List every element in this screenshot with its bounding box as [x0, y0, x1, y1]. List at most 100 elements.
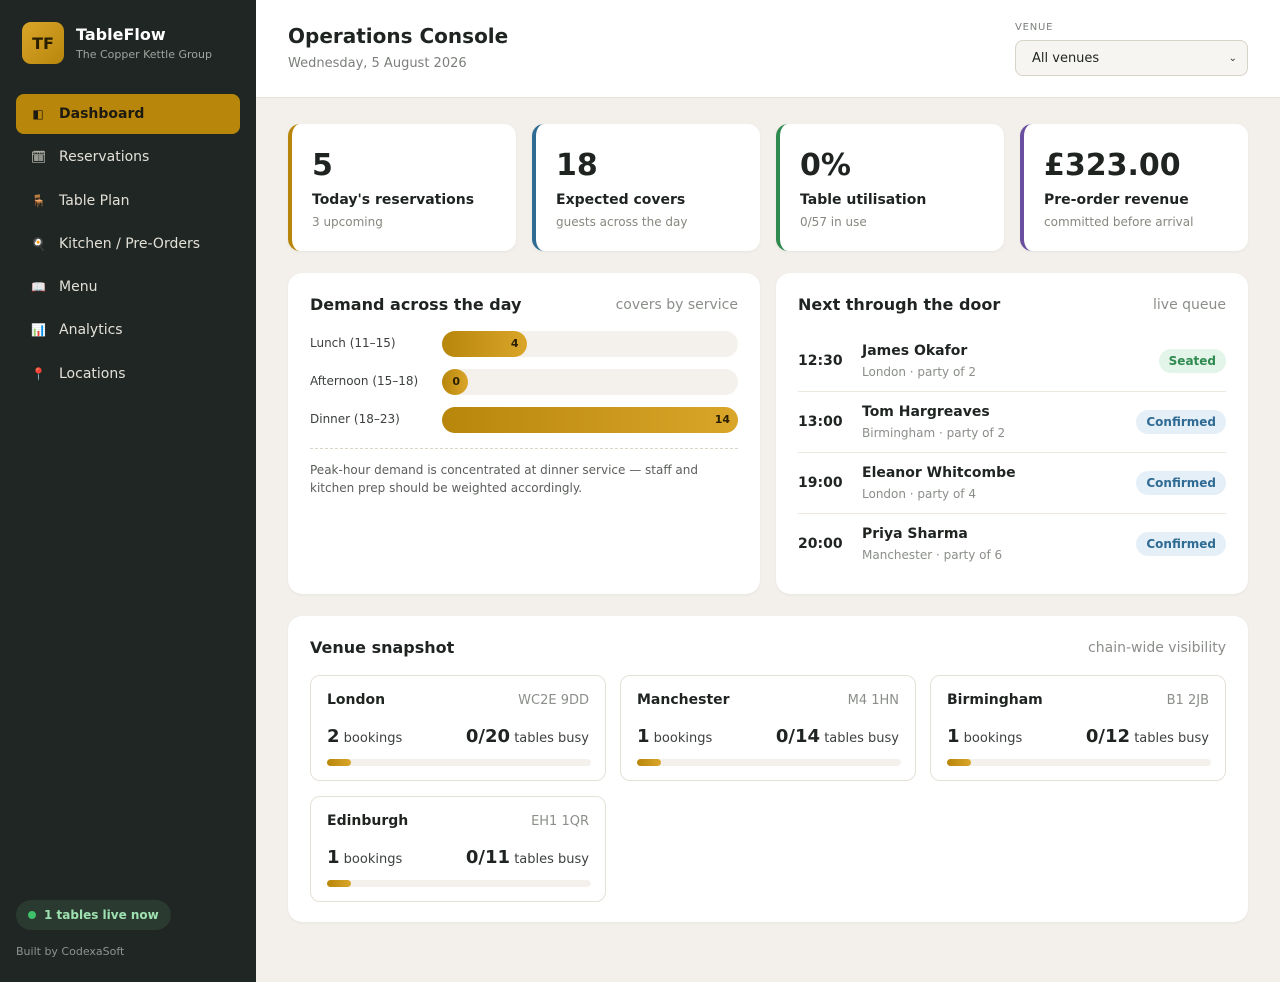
venue-tables-count: 0/12 [1085, 726, 1131, 747]
demand-label: Lunch (11–15) [310, 336, 396, 350]
sidebar-item-analytics[interactable]: 📊 Analytics [16, 310, 240, 350]
venue-progress-track [327, 880, 591, 887]
dashboard-icon: ◧ [32, 107, 44, 121]
stat-subtext: guests across the day [556, 215, 688, 229]
queue-row[interactable]: 12:30 James Okafor London · party of 2 Seat… [798, 332, 1226, 392]
venue-postcode: EH1 1QR [531, 814, 589, 829]
venue-name: London [327, 692, 386, 708]
chevron-down-icon: ⌄ [1228, 52, 1237, 64]
sidebar-item-label: Locations [59, 365, 126, 382]
demand-label: Afternoon (15–18) [310, 374, 419, 388]
sidebar-item-locations[interactable]: 📍 Locations [16, 354, 240, 394]
queue-row[interactable]: 20:00 Priya Sharma Manchester · party of 6… [798, 515, 1226, 575]
chair-icon: 🪑 [31, 193, 46, 208]
venue-postcode: WC2E 9DD [518, 693, 589, 708]
demand-panel: Demand across the day covers by service … [288, 273, 760, 594]
app-name: TableFlow [76, 25, 166, 44]
venue-card-edinburgh[interactable]: Edinburgh EH1 1QR 1 bookings 0/11 tables bu… [310, 796, 606, 902]
sidebar-item-reservations[interactable]: 🗓 Reservations [16, 137, 240, 177]
sidebar-item-label: Menu [59, 279, 98, 296]
built-by: Built by CodexaSoft [16, 945, 125, 958]
guest-details: Manchester · party of 6 [862, 548, 1003, 562]
stat-card: £323.00 Pre-order revenue committed before… [1020, 124, 1248, 251]
guest-name: Tom Hargreaves [862, 404, 990, 420]
venue-bookings-word: bookings [963, 731, 1023, 746]
venue-progress-fill [327, 880, 351, 887]
sidebar-item-menu[interactable]: 📖 Menu [16, 267, 240, 307]
demand-bar-value: 14 [714, 413, 730, 426]
venue-progress-track [637, 759, 901, 766]
stat-value: 0% [800, 148, 851, 183]
stat-value: £323.00 [1044, 148, 1181, 183]
venue-bookings: 2 bookings [327, 726, 402, 747]
venue-tables: 0/20 tables busy [466, 726, 589, 747]
venue-tables-count: 0/14 [775, 726, 821, 747]
venue-card-london[interactable]: London WC2E 9DD 2 bookings 0/20 tables busy [310, 675, 606, 781]
live-dot-icon [28, 911, 36, 919]
venue-label: VENUE [1015, 22, 1054, 33]
guest-details: Birmingham · party of 2 [862, 426, 1006, 440]
demand-bar-track: 0 [442, 369, 738, 395]
venue-tables-word: tables busy [514, 852, 589, 867]
chart-icon: 📊 [31, 323, 46, 338]
guest-name: Priya Sharma [862, 526, 968, 542]
sidebar-item-table-plan[interactable]: 🪑 Table Plan [16, 181, 240, 221]
venue-bookings: 1 bookings [947, 726, 1022, 747]
pan-icon: 🍳 [31, 236, 46, 251]
venue-progress-fill [637, 759, 661, 766]
venue-progress-track [947, 759, 1211, 766]
sidebar-item-label: Dashboard [59, 106, 145, 122]
venue-select[interactable]: All venues ⌄ [1015, 40, 1248, 76]
venue-name: Birmingham [947, 692, 1043, 708]
venue-tables-word: tables busy [1134, 731, 1209, 746]
venue-select-value: All venues [1032, 50, 1100, 66]
queue-row[interactable]: 13:00 Tom Hargreaves Birmingham · party of… [798, 393, 1226, 453]
status-badge: Confirmed [1136, 410, 1226, 434]
sidebar-nav: ◧ Dashboard 🗓 Reservations 🪑 Table Plan 🍳 Kitch… [16, 94, 240, 397]
sidebar-item-label: Reservations [59, 149, 150, 166]
venue-card-manchester[interactable]: Manchester M4 1HN 1 bookings 0/14 tables bu… [620, 675, 916, 781]
page-title: Operations Console [288, 24, 509, 48]
sidebar-item-dashboard[interactable]: ◧ Dashboard [16, 94, 240, 134]
stat-card: 18 Expected covers guests across the day [532, 124, 760, 251]
venue-tables: 0/12 tables busy [1086, 726, 1209, 747]
venue-name: Manchester [637, 692, 730, 708]
guest-details: London · party of 4 [862, 487, 976, 501]
demand-bar-value: 0 [452, 375, 460, 388]
stat-subtext: 3 upcoming [312, 215, 383, 229]
demand-meta: covers by service [615, 297, 738, 313]
venue-progress-track [327, 759, 591, 766]
venue-bookings-count: 1 [947, 726, 960, 747]
brand: TF TableFlow The Copper Kettle Group [22, 22, 212, 64]
pin-icon: 📍 [31, 366, 46, 381]
sidebar-item-kitchen-pre-orders[interactable]: 🍳 Kitchen / Pre-Orders [16, 224, 240, 264]
sidebar-item-label: Table Plan [59, 192, 130, 209]
stat-subtext: 0/57 in use [800, 215, 867, 229]
status-badge: Confirmed [1136, 471, 1226, 495]
venue-card-birmingham[interactable]: Birmingham B1 2JB 1 bookings 0/12 tables bu… [930, 675, 1226, 781]
calendar-icon: 🗓 [31, 150, 47, 165]
venue-tables: 0/11 tables busy [466, 847, 589, 868]
demand-label: Dinner (18–23) [310, 412, 400, 426]
demand-title: Demand across the day [310, 295, 522, 314]
venue-snapshot-meta: chain-wide visibility [1088, 640, 1226, 656]
stat-value: 18 [556, 148, 598, 183]
queue-time: 13:00 [798, 414, 843, 430]
status-badge: Confirmed [1136, 532, 1226, 556]
venue-bookings-count: 1 [327, 847, 340, 868]
queue-time: 19:00 [798, 475, 843, 491]
page-date: Wednesday, 5 August 2026 [288, 56, 467, 71]
queue-title: Next through the door [798, 295, 1001, 314]
queue-time: 12:30 [798, 353, 843, 369]
queue-meta: live queue [1153, 297, 1226, 313]
demand-bar: 4 [442, 331, 527, 357]
stat-subtext: committed before arrival [1044, 215, 1194, 229]
page-header: Operations Console Wednesday, 5 August 2… [256, 0, 1280, 98]
demand-row: Dinner (18–23) 14 [310, 407, 738, 433]
demand-note: Peak-hour demand is concentrated at dinn… [310, 448, 738, 497]
live-tables-status: 1 tables live now [16, 900, 171, 930]
venue-bookings: 1 bookings [327, 847, 402, 868]
queue-row[interactable]: 19:00 Eleanor Whitcombe London · party of … [798, 454, 1226, 514]
demand-bar: 0 [442, 369, 468, 395]
demand-bar-value: 4 [510, 337, 519, 350]
